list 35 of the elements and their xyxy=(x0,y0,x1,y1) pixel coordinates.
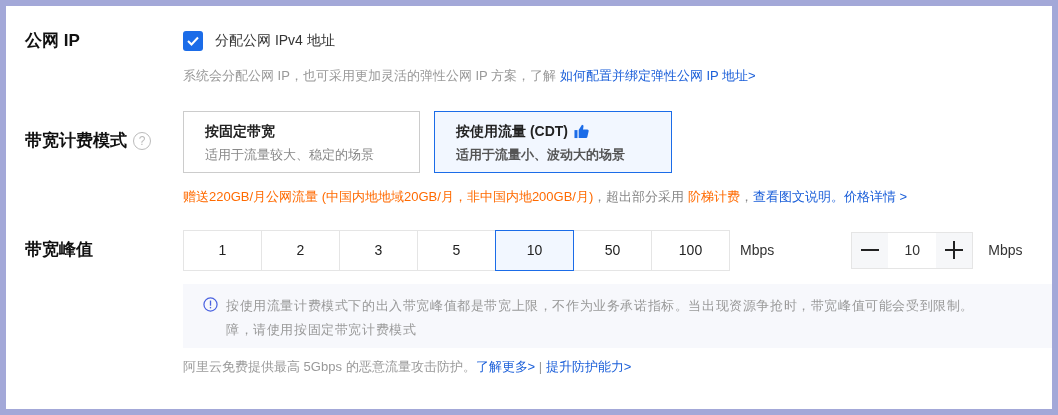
info-icon xyxy=(203,296,218,312)
hint-text: 系统会分配公网 IP，也可采用更加灵活的弹性公网 IP 方案，了解 如何配置并绑定弹性公网 IP 地址> xyxy=(183,66,757,85)
billing-note: 赠送220GB/月公网流量 (中国内地地域20GB/月，非中国内地200GB/月)，超出部分采用 阶梯计费，查看图文说明。价格详情 > xyxy=(183,188,909,206)
option-title: 按固定带宽 xyxy=(205,122,275,141)
link[interactable]: 如何配置并绑定弹性公网 IP 地址> xyxy=(559,67,756,83)
number-stepper[interactable]: 10 xyxy=(851,231,974,269)
field-label: 带宽峰值 xyxy=(24,239,94,262)
link[interactable]: 价格详情 > xyxy=(843,189,908,204)
minus-icon[interactable] xyxy=(852,232,889,268)
field-label: 公网 IP xyxy=(24,30,81,52)
option-card[interactable]: 按使用流量 (CDT) 适用于流量小、波动大的场景 xyxy=(434,111,672,173)
unit-label: Mbps xyxy=(740,240,775,260)
bandwidth-option[interactable]: 50 xyxy=(573,229,652,271)
info-text: 按使用流量计费模式下的出入带宽峰值都是带宽上限，不作为业务承诺指标。当出现资源争抢时，带宽峰值可能会受到限制。 障，请使用按固定带宽计费模式 xyxy=(226,296,974,339)
option-subtitle: 适用于流量较大、稳定的场景 xyxy=(205,146,375,164)
checkbox-label[interactable]: 分配公网 IPv4 地址 xyxy=(215,30,335,52)
bandwidth-option[interactable]: 5 xyxy=(417,229,496,271)
option-subtitle: 适用于流量小、波动大的场景 xyxy=(456,146,626,164)
number-input[interactable]: 10 xyxy=(888,232,937,268)
plus-icon[interactable] xyxy=(936,232,973,268)
option-card[interactable]: 按固定带宽 适用于流量较大、稳定的场景 xyxy=(183,111,420,173)
unit-label: Mbps xyxy=(988,240,1023,260)
bandwidth-option[interactable]: 2 xyxy=(261,229,340,271)
bandwidth-option[interactable]: 10 xyxy=(495,229,574,271)
bandwidth-option[interactable]: 100 xyxy=(651,229,730,271)
link[interactable]: 提升防护能力> xyxy=(545,358,632,374)
checkbox[interactable] xyxy=(183,30,203,51)
protection-text: 阿里云免费提供最高 5Gbps 的恶意流量攻击防护。了解更多> | 提升防护能力> xyxy=(183,357,633,376)
option-title: 按使用流量 (CDT) xyxy=(456,122,568,141)
field-label: 带宽计费模式 xyxy=(25,130,127,152)
checkmark-icon xyxy=(187,35,199,46)
link[interactable]: 查看图文说明。 xyxy=(752,189,844,204)
bandwidth-option[interactable]: 1 xyxy=(183,229,262,271)
bandwidth-option[interactable]: 3 xyxy=(339,229,418,271)
link[interactable]: 了解更多> xyxy=(475,358,536,374)
